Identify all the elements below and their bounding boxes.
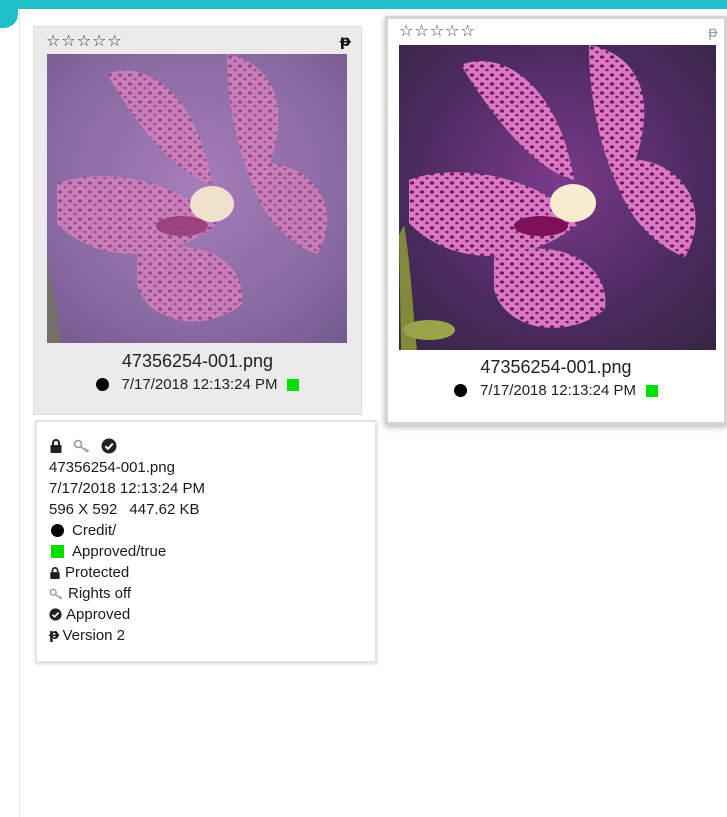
check-circle-icon bbox=[49, 608, 62, 621]
asset-card-2-selected[interactable]: ☆ ☆ ☆ ☆ ☆ ᵽ 47356254-001.png 7/17/2018 1… bbox=[385, 16, 727, 425]
details-filesize: 447.62 KB bbox=[129, 501, 200, 518]
asset-thumbnail[interactable] bbox=[399, 45, 716, 350]
details-datetime: 7/17/2018 12:13:24 PM bbox=[49, 480, 205, 497]
details-rights: Rights off bbox=[68, 585, 132, 602]
star-icon[interactable]: ☆ bbox=[399, 23, 413, 39]
asset-datetime: 7/17/2018 12:13:24 PM bbox=[480, 382, 636, 399]
version-icon: ᵽ bbox=[49, 627, 60, 643]
details-approved-row: Approved bbox=[49, 604, 375, 625]
approved-status-square bbox=[645, 384, 658, 397]
key-icon[interactable] bbox=[73, 439, 91, 453]
approved-status-square bbox=[51, 545, 64, 558]
star-icon[interactable]: ☆ bbox=[445, 23, 459, 39]
lock-icon[interactable] bbox=[49, 439, 63, 453]
details-version: Version 2 bbox=[62, 627, 126, 644]
lock-icon bbox=[50, 566, 60, 579]
version-icon[interactable]: ᵽ bbox=[708, 25, 718, 40]
asset-filename: 47356254-001.png bbox=[121, 351, 274, 371]
key-icon bbox=[49, 588, 63, 600]
star-icon[interactable]: ☆ bbox=[107, 33, 121, 49]
star-icon[interactable]: ☆ bbox=[46, 33, 60, 49]
version-icon[interactable]: ᵽ bbox=[340, 34, 351, 49]
details-credit: Credit/ bbox=[72, 522, 117, 539]
credit-status-dot bbox=[51, 524, 64, 537]
details-filename: 47356254-001.png bbox=[49, 459, 175, 476]
credit-status-dot bbox=[454, 384, 468, 397]
asset-meta-row: 7/17/2018 12:13:24 PM bbox=[34, 376, 361, 393]
rating-stars[interactable]: ☆ ☆ ☆ ☆ ☆ bbox=[399, 23, 475, 39]
left-divider bbox=[19, 9, 20, 817]
orchid-image bbox=[47, 54, 347, 343]
rating-stars[interactable]: ☆ ☆ ☆ ☆ ☆ bbox=[46, 33, 122, 49]
asset-datetime: 7/17/2018 12:13:24 PM bbox=[121, 376, 278, 393]
asset-card-1[interactable]: ☆ ☆ ☆ ☆ ☆ ᵽ 47356254-001.png 7/17/2018 1… bbox=[33, 26, 362, 415]
asset-meta-row: 7/17/2018 12:13:24 PM bbox=[388, 382, 724, 399]
details-version-row: ᵽ Version 2 bbox=[49, 625, 375, 646]
asset-filename: 47356254-001.png bbox=[480, 357, 632, 377]
star-icon[interactable]: ☆ bbox=[61, 33, 75, 49]
details-size-row: 596 X 592 447.62 KB bbox=[49, 499, 375, 520]
details-approved-status-row: Approved/true bbox=[49, 541, 375, 562]
star-icon[interactable]: ☆ bbox=[414, 23, 428, 39]
asset-thumbnail[interactable] bbox=[47, 54, 347, 343]
orchid-image bbox=[399, 45, 716, 350]
star-icon[interactable]: ☆ bbox=[460, 23, 474, 39]
details-icon-row bbox=[49, 436, 375, 456]
top-accent-corner bbox=[0, 0, 18, 28]
check-circle-icon[interactable] bbox=[101, 438, 117, 454]
details-approved-status: Approved/true bbox=[72, 543, 167, 560]
approved-status-square bbox=[287, 378, 300, 391]
details-dimensions: 596 X 592 bbox=[49, 501, 118, 518]
star-icon[interactable]: ☆ bbox=[430, 23, 444, 39]
details-rights-row: Rights off bbox=[49, 583, 375, 604]
star-icon[interactable]: ☆ bbox=[77, 33, 91, 49]
details-protected-row: Protected bbox=[49, 562, 375, 583]
top-accent-bar bbox=[0, 0, 727, 9]
star-icon[interactable]: ☆ bbox=[92, 33, 106, 49]
credit-status-dot bbox=[95, 378, 109, 391]
asset-details-panel: 47356254-001.png 7/17/2018 12:13:24 PM 5… bbox=[35, 420, 377, 663]
details-approved: Approved bbox=[66, 606, 131, 623]
details-protected: Protected bbox=[65, 564, 130, 581]
details-credit-row: Credit/ bbox=[49, 520, 375, 541]
